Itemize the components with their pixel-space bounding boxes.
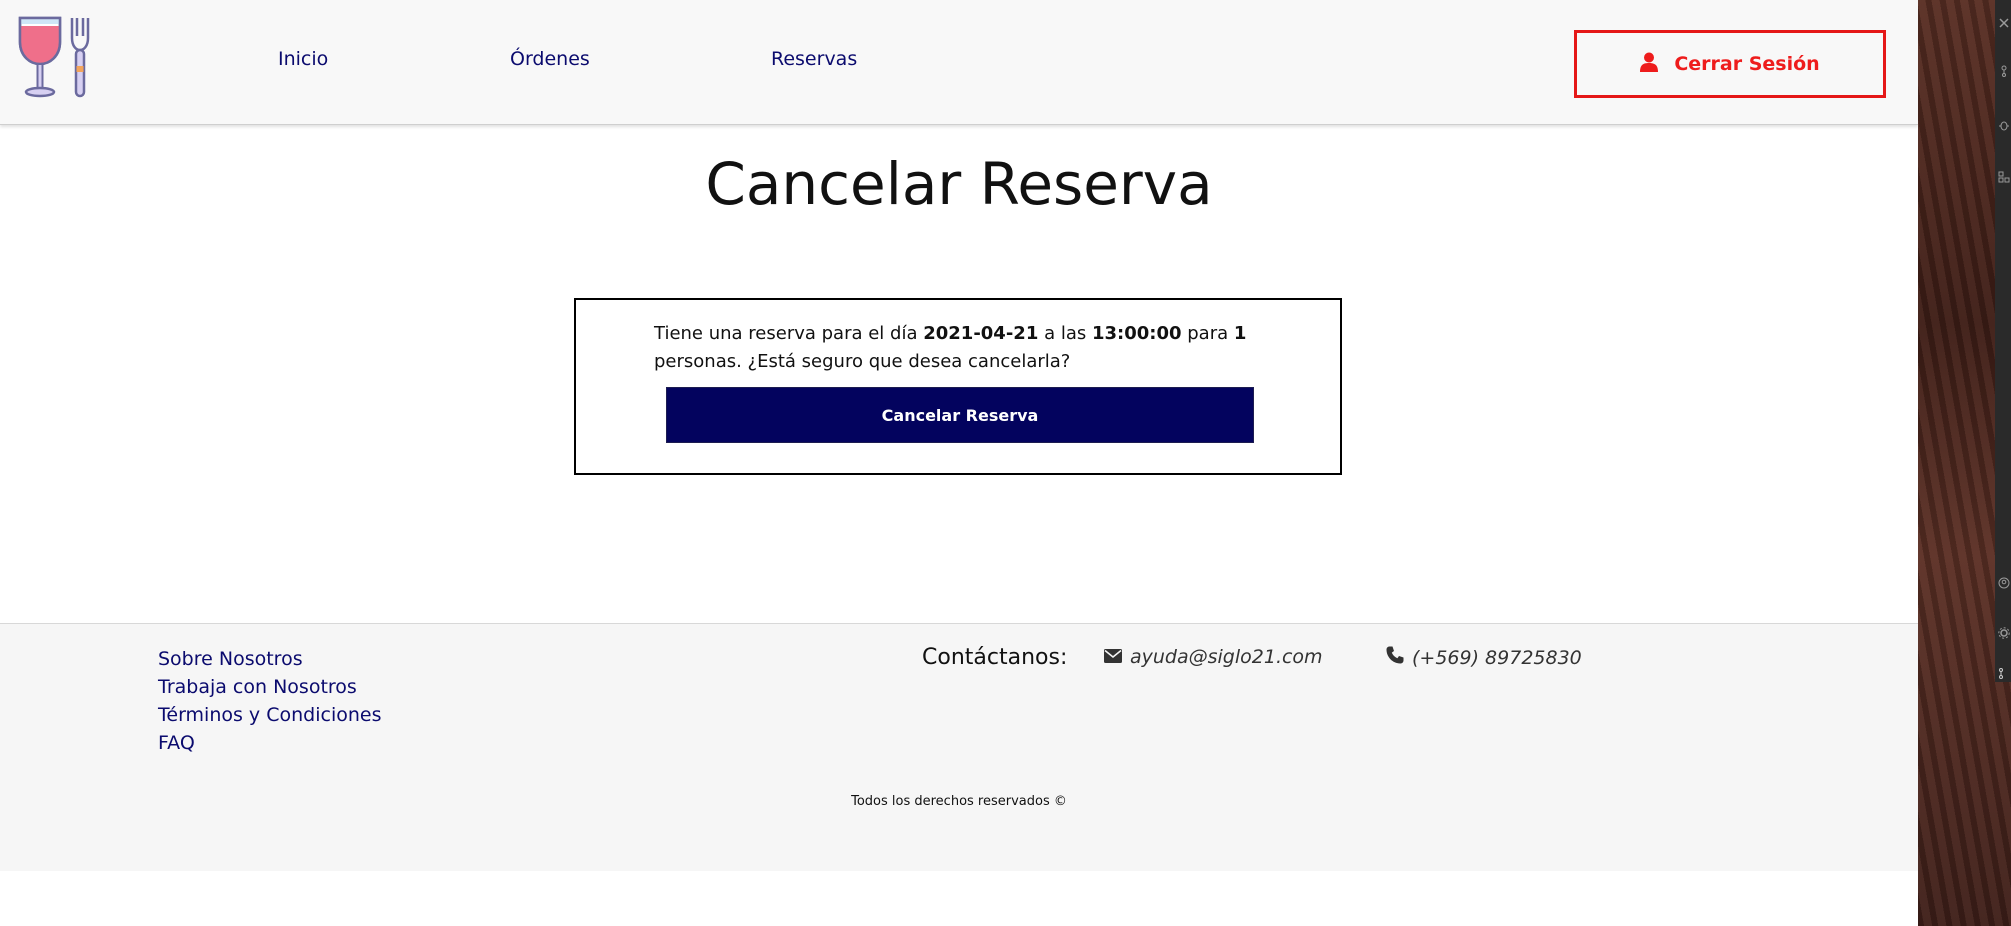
copyright: Todos los derechos reservados © <box>851 794 1067 809</box>
footer-links: Sobre Nosotros Trabaja con Nosotros Térm… <box>158 645 381 757</box>
wine-glass-and-fork-logo-icon <box>18 16 90 98</box>
envelope-icon <box>1104 646 1122 668</box>
account-icon[interactable] <box>1998 574 2010 589</box>
bug-icon[interactable] <box>1998 116 2010 131</box>
contact-phone-text: (+569) 89725830 <box>1412 646 1582 669</box>
footer-link-terminos[interactable]: Términos y Condiciones <box>158 701 381 729</box>
header: Inicio Órdenes Reservas Cerrar Sesión <box>0 0 1918 125</box>
footer-link-trabaja[interactable]: Trabaja con Nosotros <box>158 673 381 701</box>
page: Inicio Órdenes Reservas Cerrar Sesión Ca… <box>0 0 1918 926</box>
cancel-reservation-button[interactable]: Cancelar Reserva <box>666 387 1254 443</box>
message-para: para <box>1181 323 1234 344</box>
message-suffix: personas. ¿Está seguro que desea cancela… <box>654 351 1071 372</box>
contact-phone[interactable]: (+569) 89725830 <box>1386 646 1582 669</box>
reservation-time: 13:00:00 <box>1091 323 1182 344</box>
message-middle: a las <box>1038 323 1092 344</box>
message-prefix: Tiene una reserva para el día <box>654 323 924 344</box>
footer-link-sobre-nosotros[interactable]: Sobre Nosotros <box>158 645 381 673</box>
footer-link-faq[interactable]: FAQ <box>158 729 381 757</box>
share-icon[interactable] <box>1998 62 2010 77</box>
extensions-icon[interactable] <box>1998 168 2010 183</box>
close-icon[interactable] <box>1998 14 2010 28</box>
logo[interactable] <box>16 16 102 98</box>
contact-email[interactable]: ayuda@siglo21.com <box>1104 646 1323 668</box>
contact-heading: Contáctanos: <box>922 645 1068 670</box>
contact-email-text: ayuda@siglo21.com <box>1130 646 1323 668</box>
user-icon <box>1640 52 1659 76</box>
logout-label: Cerrar Sesión <box>1674 53 1820 75</box>
footer: Sobre Nosotros Trabaja con Nosotros Térm… <box>0 623 1918 871</box>
reservation-persons: 1 <box>1233 323 1247 344</box>
nav-ordenes[interactable]: Órdenes <box>510 48 590 70</box>
phone-icon <box>1386 646 1404 669</box>
nav-reservas[interactable]: Reservas <box>771 48 857 70</box>
gear-icon[interactable] <box>1998 624 2010 639</box>
nav-inicio[interactable]: Inicio <box>278 48 328 70</box>
branch-icon[interactable] <box>1998 664 2010 679</box>
reservation-message: Tiene una reserva para el día 2021-04-21… <box>654 320 1254 376</box>
page-title: Cancelar Reserva <box>705 150 1213 218</box>
reservation-date: 2021-04-21 <box>923 323 1039 344</box>
reservation-card: Tiene una reserva para el día 2021-04-21… <box>574 298 1342 475</box>
logout-button[interactable]: Cerrar Sesión <box>1574 30 1886 98</box>
